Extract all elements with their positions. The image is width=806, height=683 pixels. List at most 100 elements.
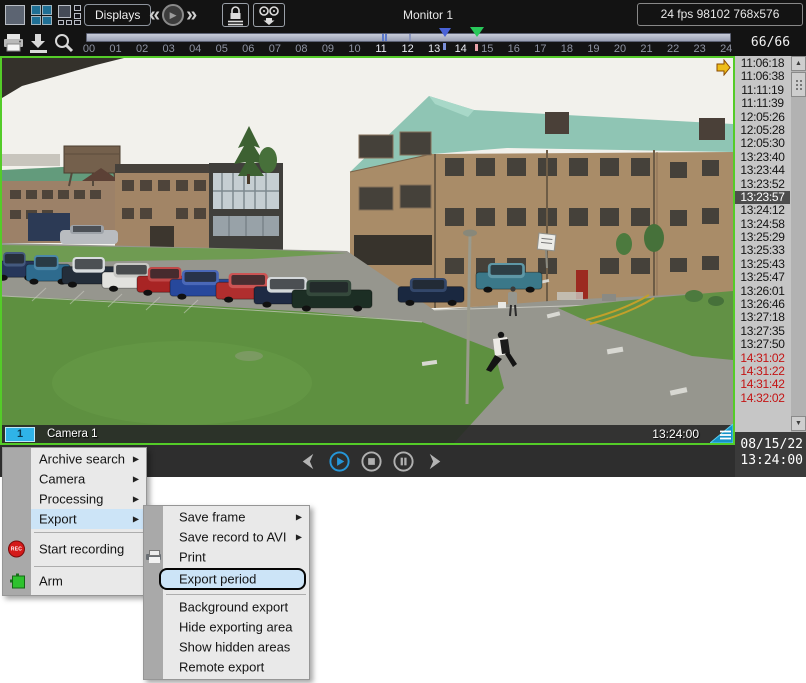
submenu-arrow-icon: ▶ xyxy=(133,475,139,484)
timestamp-row[interactable]: 11:06:18 xyxy=(735,57,790,70)
timestamp-row[interactable]: 13:26:01 xyxy=(735,285,790,298)
step-forward-icon[interactable] xyxy=(424,450,447,473)
timeline-hour-label: 06 xyxy=(242,43,254,55)
timestamp-row[interactable]: 12:05:30 xyxy=(735,137,790,150)
timestamp-row[interactable]: 12:05:26 xyxy=(735,111,790,124)
timestamp-row[interactable]: 11:11:39 xyxy=(735,97,790,110)
timestamp-row[interactable]: 13:25:47 xyxy=(735,271,790,284)
video-display[interactable]: 1 Camera 1 13:24:00 xyxy=(0,56,735,445)
search-icon[interactable] xyxy=(52,31,75,55)
menu-item-label: Archive search xyxy=(39,452,125,467)
monitor-play-icon[interactable]: ▶ xyxy=(162,4,184,26)
menu-item-archive-search[interactable]: Archive search ▶ xyxy=(3,449,146,469)
scrollbar-thumb[interactable] xyxy=(791,72,806,97)
timestamp-row[interactable]: 13:24:58 xyxy=(735,218,790,231)
timeline-hour-label: 21 xyxy=(640,43,652,55)
menu-item-processing[interactable]: Processing▶ xyxy=(3,489,146,509)
multi-view-icon[interactable] xyxy=(58,5,82,25)
timestamp-row[interactable]: 13:23:52 xyxy=(735,178,790,191)
timeline-hour-label: 13 xyxy=(428,43,440,55)
save-icon[interactable] xyxy=(27,31,50,55)
timeline-hour-label: 20 xyxy=(614,43,626,55)
timeline-hour-label: 16 xyxy=(508,43,520,55)
menu-item-print[interactable]: Print xyxy=(144,547,309,567)
menu-item-export[interactable]: Export▶ xyxy=(3,509,146,529)
menu-item-background-export[interactable]: Background export xyxy=(144,597,309,617)
displays-button[interactable]: Displays xyxy=(84,4,151,26)
timeline-hour-label: 19 xyxy=(587,43,599,55)
timestamp-row[interactable]: 13:23:40 xyxy=(735,151,790,164)
timestamp-row[interactable]: 11:11:19 xyxy=(735,84,790,97)
menu-item-remote-export[interactable]: Remote export xyxy=(144,657,309,677)
submenu-arrow-icon: ▶ xyxy=(133,455,139,464)
menu-item-label: Export xyxy=(39,512,77,527)
lock-button[interactable] xyxy=(222,3,249,27)
scroll-up-icon[interactable]: ▲ xyxy=(791,56,806,71)
monitor-title: Monitor 1 xyxy=(403,8,453,22)
stream-flag-icon[interactable] xyxy=(716,59,731,76)
menu-item-label: Camera xyxy=(39,472,85,487)
timeline-hour-label: 04 xyxy=(189,43,201,55)
datetime-panel: 08/15/22 13:24:00 xyxy=(735,432,806,477)
timestamp-row[interactable]: 13:27:35 xyxy=(735,325,790,338)
menu-item-export-period[interactable]: Export period xyxy=(144,567,309,591)
pause-icon[interactable] xyxy=(392,450,415,473)
recordings-panel: 11:06:1811:06:3811:11:1911:11:3912:05:26… xyxy=(735,56,806,432)
timestamp-scrollbar[interactable]: ▲ ▼ xyxy=(791,56,806,432)
play-icon[interactable] xyxy=(328,450,351,473)
timestamp-row[interactable]: 13:25:29 xyxy=(735,231,790,244)
timestamp-row[interactable]: 13:26:46 xyxy=(735,298,790,311)
playhead-marker[interactable] xyxy=(439,28,451,37)
menu-item-start-recording[interactable]: RECStart recording xyxy=(3,535,146,563)
timestamp-row[interactable]: 13:23:57 xyxy=(735,191,790,204)
timestamp-row[interactable]: 11:06:38 xyxy=(735,70,790,83)
current-date: 08/15/22 xyxy=(735,437,803,453)
camera-name-label: Camera 1 xyxy=(47,428,98,440)
submenu-arrow-icon: ▶ xyxy=(296,533,302,542)
step-back-icon[interactable] xyxy=(296,450,319,473)
menu-item-save-frame[interactable]: Save frame▶ xyxy=(144,507,309,527)
timestamp-row[interactable]: 12:05:28 xyxy=(735,124,790,137)
timeline-hour-label: 07 xyxy=(269,43,281,55)
timeline-hour-label: 05 xyxy=(216,43,228,55)
timeline-hour-label: 10 xyxy=(348,43,360,55)
menu-item-camera[interactable]: Camera ▶ xyxy=(3,469,146,489)
export-tape-button[interactable] xyxy=(253,3,285,27)
timeline-hour-label: 09 xyxy=(322,43,334,55)
records-counter: 66/66 xyxy=(735,30,806,56)
timestamp-row[interactable]: 13:24:12 xyxy=(735,204,790,217)
menu-item-label: Print xyxy=(179,550,206,565)
timestamp-row[interactable]: 13:25:43 xyxy=(735,258,790,271)
timestamp-row[interactable]: 14:32:02 xyxy=(735,392,790,405)
print-icon[interactable] xyxy=(2,31,25,55)
corner-menu-icon[interactable] xyxy=(710,424,733,443)
single-view-icon[interactable] xyxy=(5,5,25,25)
prev-monitor-icon[interactable]: « xyxy=(149,2,160,28)
menu-item-label: Show hidden areas xyxy=(179,640,290,655)
menu-item-label: Save frame xyxy=(179,510,245,525)
timeline-hour-label: 18 xyxy=(561,43,573,55)
video-timestamp: 13:24:00 xyxy=(652,427,699,441)
timestamp-row[interactable]: 13:27:50 xyxy=(735,338,790,351)
scroll-down-icon[interactable]: ▼ xyxy=(791,416,806,431)
quad-view-icon[interactable] xyxy=(31,5,52,25)
stop-icon[interactable] xyxy=(360,450,383,473)
timestamp-list: 11:06:1811:06:3811:11:1911:11:3912:05:26… xyxy=(735,57,790,405)
export-submenu: Save frame▶Save record to AVI▶PrintExpor… xyxy=(143,505,310,680)
timeline-hour-label: 22 xyxy=(667,43,679,55)
next-monitor-icon[interactable]: » xyxy=(186,2,197,28)
menu-item-label: Processing xyxy=(39,492,103,507)
menu-item-save-record-to-avi[interactable]: Save record to AVI▶ xyxy=(144,527,309,547)
menu-item-hide-exporting-area[interactable]: Hide exporting area xyxy=(144,617,309,637)
timestamp-row[interactable]: 14:31:02 xyxy=(735,352,790,365)
timestamp-row[interactable]: 13:27:18 xyxy=(735,311,790,324)
camera-number-badge[interactable]: 1 xyxy=(5,427,35,442)
timeline-hour-label: 12 xyxy=(401,43,413,55)
timestamp-row[interactable]: 13:23:44 xyxy=(735,164,790,177)
menu-item-arm[interactable]: Arm xyxy=(3,569,146,593)
timestamp-row[interactable]: 14:31:42 xyxy=(735,378,790,391)
export-marker[interactable] xyxy=(470,27,484,37)
menu-item-show-hidden-areas[interactable]: Show hidden areas xyxy=(144,637,309,657)
timestamp-row[interactable]: 13:25:33 xyxy=(735,244,790,257)
timestamp-row[interactable]: 14:31:22 xyxy=(735,365,790,378)
